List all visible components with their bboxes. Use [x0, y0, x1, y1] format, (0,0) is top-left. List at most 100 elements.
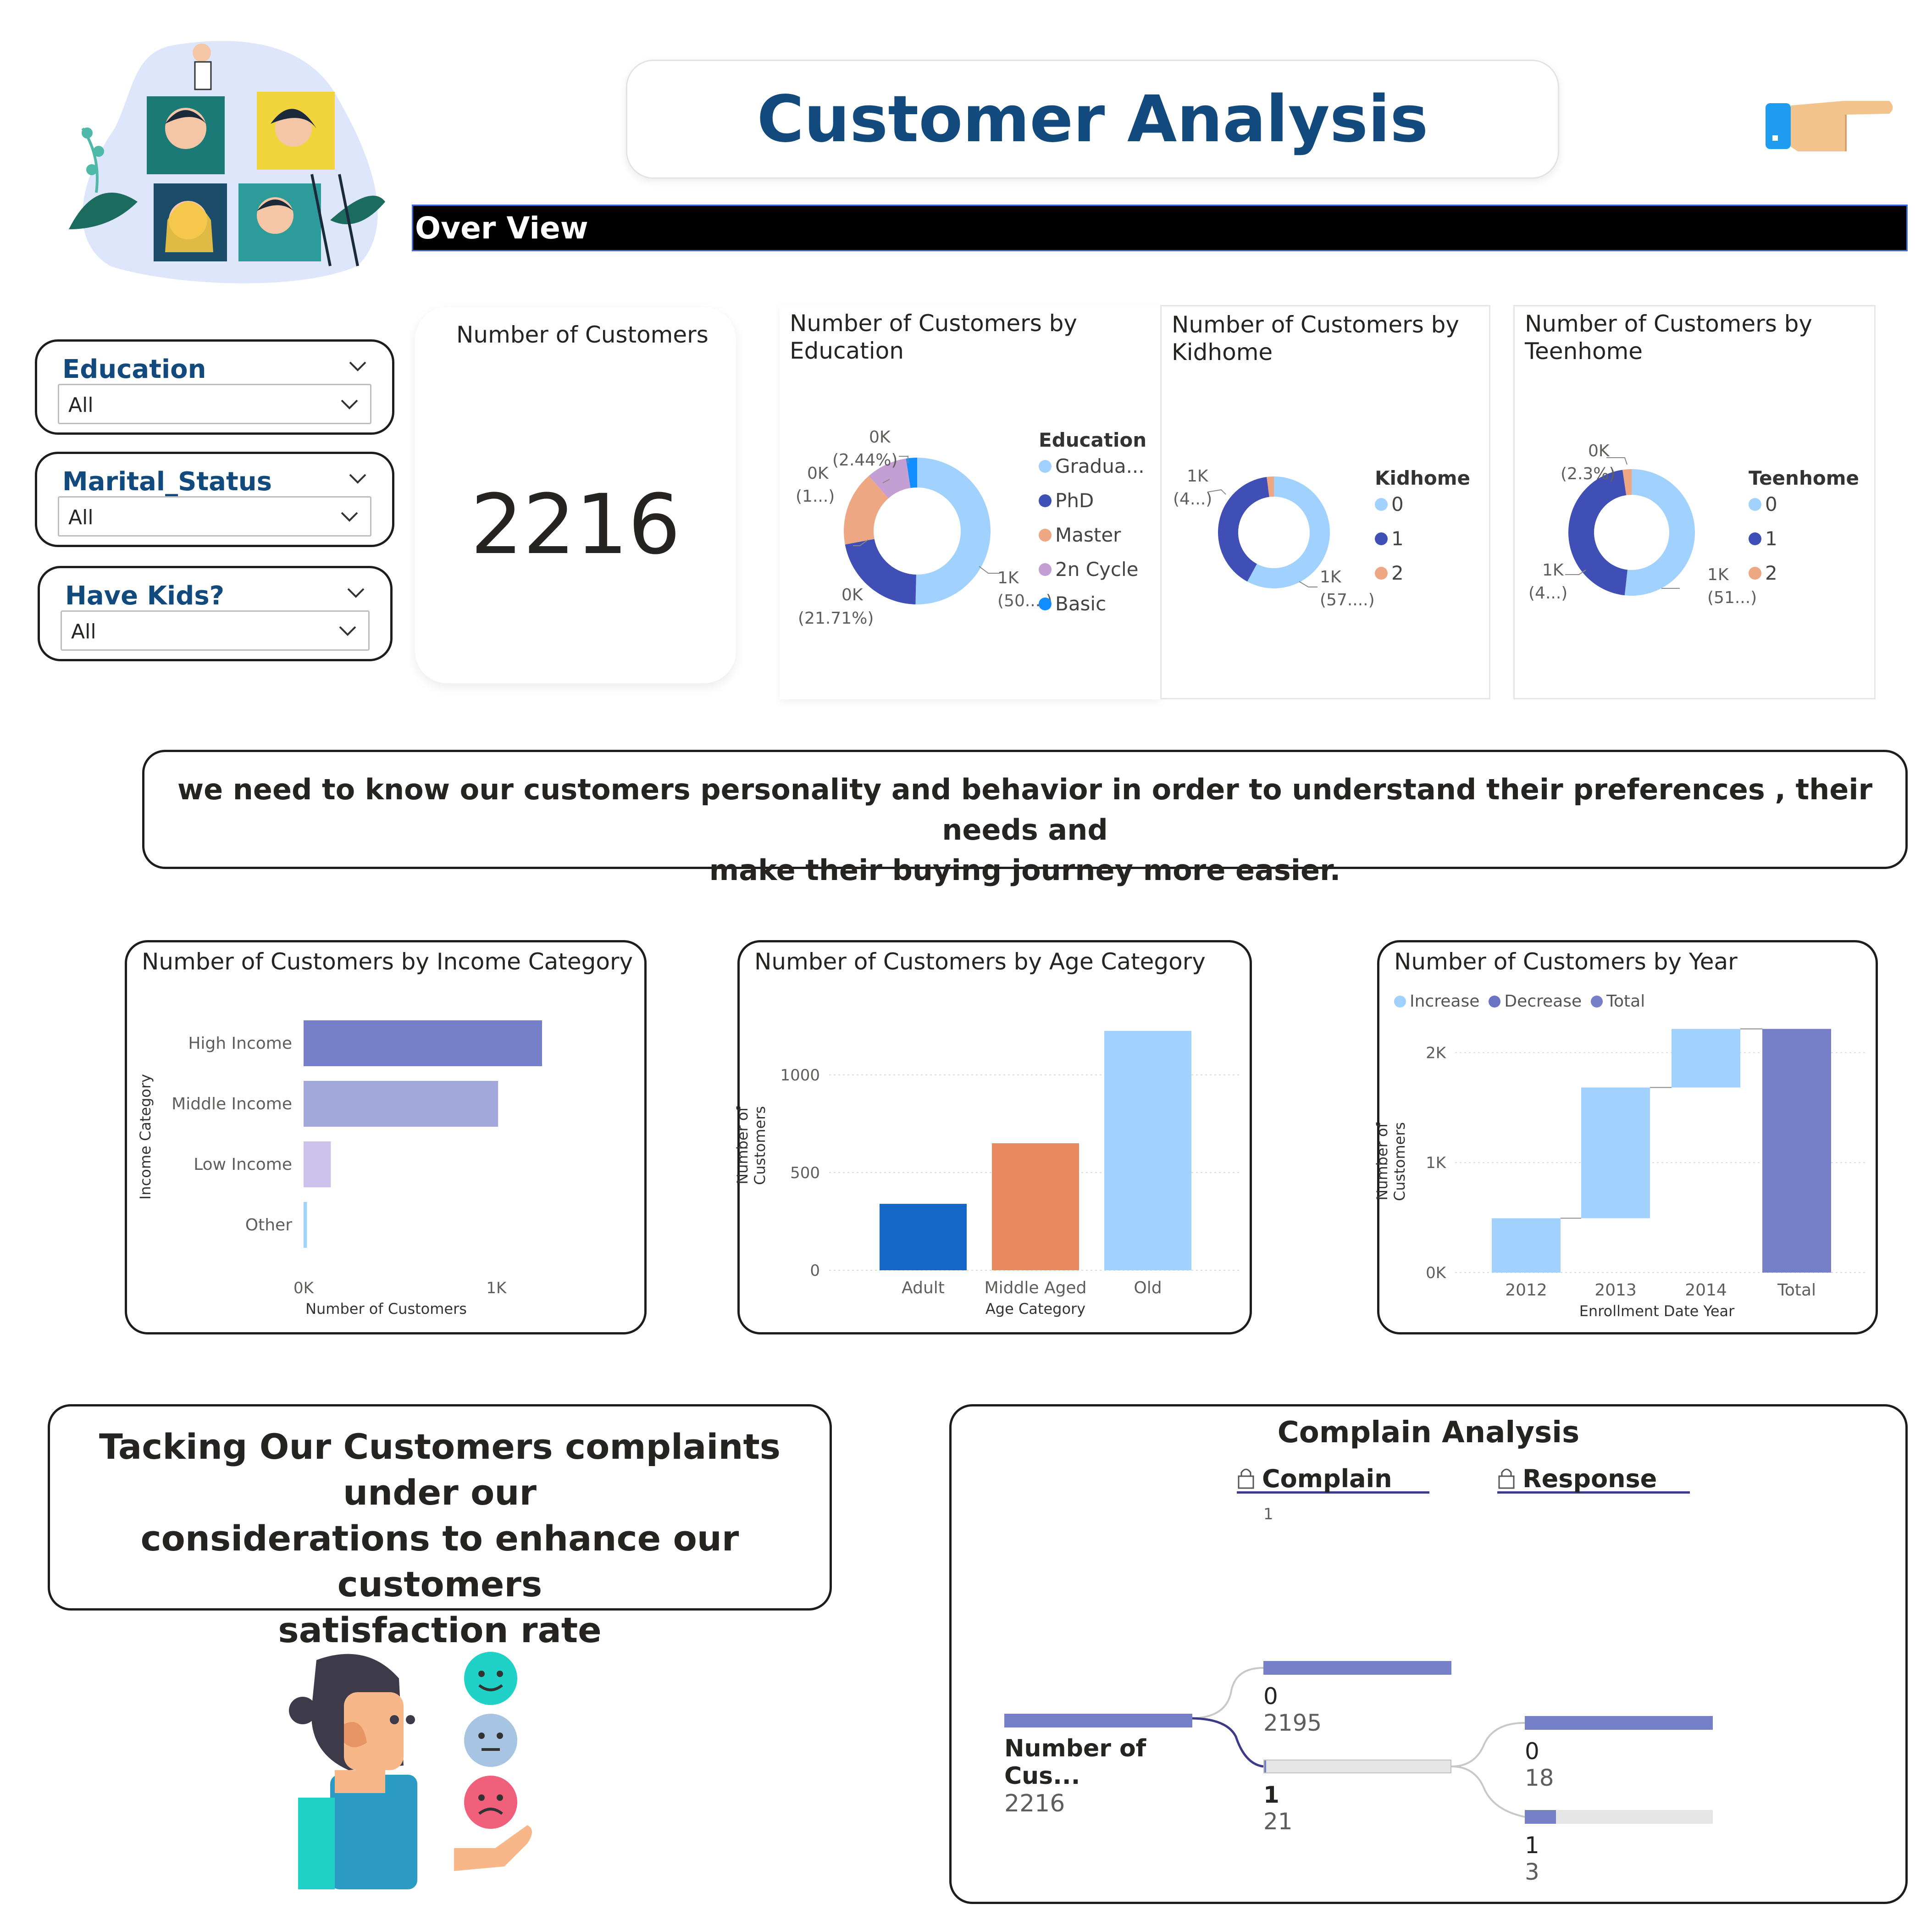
income-bar-chart: 0K 1K High Income Middle Income Low Income Ot…: [172, 1020, 542, 1297]
legend-item[interactable]: Basic: [1039, 592, 1146, 615]
legend-item[interactable]: 2: [1749, 562, 1859, 584]
node-value: 21: [1263, 1808, 1293, 1835]
message-line: Tacking Our Customers complaints under o…: [99, 1426, 781, 1513]
donut-label: (57....): [1320, 591, 1375, 609]
donut-slice[interactable]: [1218, 477, 1269, 582]
x-tick-label: Middle Aged: [985, 1279, 1087, 1297]
slicer-title: Education: [62, 354, 206, 384]
legend-item[interactable]: 1: [1749, 527, 1859, 550]
donut-label: (21.71%): [798, 609, 874, 628]
node-label: 0: [1263, 1683, 1278, 1710]
legend-label: Basic: [1055, 592, 1107, 615]
donut-slice[interactable]: [1624, 469, 1695, 596]
y-axis-label: Number of Customers: [734, 1106, 769, 1185]
overview-banner: Over View: [412, 205, 1908, 251]
legend-title: Teenhome: [1749, 467, 1859, 489]
chevron-down-icon[interactable]: [338, 506, 361, 529]
x-tick-label: Total: [1777, 1281, 1816, 1300]
y-tick-label: 0K: [1426, 1264, 1447, 1282]
x-tick-label: Old: [1134, 1279, 1162, 1297]
slicer-dropdown[interactable]: All: [58, 496, 371, 537]
kidhome-legend: Kidhome 0 1 2: [1375, 467, 1470, 584]
donut-slice[interactable]: [1568, 470, 1628, 596]
purpose-message-box: we need to know our customers personalit…: [142, 750, 1908, 887]
tree-node-complain-0[interactable]: 0 2195: [1263, 1661, 1451, 1736]
waterfall-bar[interactable]: [1492, 1218, 1561, 1273]
legend-title: Education: [1039, 429, 1147, 451]
slicer-marital-status[interactable]: Marital_Status All: [35, 452, 394, 547]
donut-label: (4...): [1528, 584, 1568, 603]
legend-item[interactable]: PhD: [1039, 489, 1146, 512]
income-bar[interactable]: [304, 1141, 331, 1187]
income-category-card: Number of Customers by Income Category 0…: [125, 940, 647, 1334]
message-line: considerations to enhance our customers: [140, 1518, 739, 1605]
year-card: Number of Customers by Year Increase Dec…: [1373, 940, 1878, 1334]
chevron-down-icon[interactable]: [346, 355, 369, 378]
donut-label: (1...): [796, 487, 835, 506]
y-tick-label: Other: [245, 1216, 292, 1234]
chevron-down-icon[interactable]: [336, 620, 359, 643]
node-bar: [1004, 1714, 1192, 1727]
node-value: 3: [1525, 1859, 1539, 1885]
complain-analysis-card: Complain Analysis Complain 1 Response Nu…: [949, 1404, 1908, 1904]
dashboard-title: Customer Analysis: [757, 82, 1428, 157]
chevron-down-icon[interactable]: [346, 468, 369, 491]
x-tick-label: Adult: [902, 1279, 945, 1297]
income-bar[interactable]: [304, 1202, 307, 1248]
kpi-title: Number of Customers: [456, 321, 709, 348]
y-tick-label: Low Income: [194, 1155, 292, 1174]
legend-item[interactable]: Gradua...: [1039, 455, 1146, 477]
overview-label: Over View: [415, 210, 588, 246]
legend-item[interactable]: 2: [1375, 562, 1470, 584]
legend-item[interactable]: 1: [1375, 527, 1470, 550]
kpi-value: 2216: [470, 477, 681, 573]
y-tick-label: Middle Income: [172, 1095, 292, 1113]
legend-label: 1: [1765, 527, 1777, 550]
chevron-down-icon[interactable]: [338, 393, 361, 416]
donut-label: 1K: [1707, 565, 1729, 584]
donut-label: 1K: [997, 569, 1019, 587]
donut-label: (51...): [1707, 588, 1757, 607]
customer-feedback-illustration: [289, 1651, 546, 1889]
tree-node-root[interactable]: Number of Cus... 2216: [1004, 1714, 1192, 1817]
chevron-down-icon[interactable]: [344, 582, 367, 605]
donut-label: 0K: [1588, 442, 1610, 460]
education-donut-card: Number of Customers by Education 0K (2.4…: [780, 305, 1160, 699]
donut-label: 0K: [841, 586, 863, 604]
age-bar[interactable]: [880, 1204, 967, 1270]
legend-item[interactable]: 2n Cycle: [1039, 558, 1146, 581]
donut-slice[interactable]: [915, 458, 991, 604]
income-bar[interactable]: [304, 1020, 542, 1066]
age-bar[interactable]: [992, 1143, 1079, 1270]
waterfall-bar[interactable]: [1672, 1029, 1740, 1088]
tree-node-complain-1[interactable]: 1 21: [1263, 1760, 1451, 1835]
legend-item[interactable]: 0: [1375, 493, 1470, 515]
waterfall-bar[interactable]: [1762, 1029, 1831, 1273]
donut-label: (2.44%): [832, 451, 898, 470]
x-tick-label: 2013: [1594, 1281, 1637, 1300]
legend-item[interactable]: Master: [1039, 524, 1146, 546]
node-bar-fill: [1264, 1760, 1266, 1772]
tree-node-response-1[interactable]: 1 3: [1525, 1810, 1713, 1885]
slicer-education[interactable]: Education All: [35, 339, 394, 435]
y-axis-label: Income Category: [137, 1074, 154, 1200]
y-tick-label: 2K: [1426, 1044, 1447, 1062]
y-tick-label: 1000: [780, 1066, 820, 1085]
legend-item[interactable]: 0: [1749, 493, 1859, 515]
age-bar[interactable]: [1104, 1030, 1191, 1270]
node-bar: [1263, 1760, 1451, 1773]
x-tick-label: 2014: [1685, 1281, 1727, 1300]
x-tick-label: 2012: [1505, 1281, 1547, 1300]
slicer-dropdown[interactable]: All: [58, 384, 371, 424]
slicer-value: All: [68, 393, 94, 417]
y-tick-label: 1K: [1426, 1154, 1447, 1172]
kpi-card: Number of Customers 2216: [415, 307, 736, 683]
legend-label: 0: [1765, 493, 1777, 515]
slicer-have-kids[interactable]: Have Kids? All: [38, 566, 393, 661]
slicer-dropdown[interactable]: All: [61, 610, 370, 651]
pointing-hand-icon[interactable]: [1761, 83, 1899, 156]
waterfall-bar[interactable]: [1581, 1087, 1650, 1218]
node-bar: [1263, 1661, 1451, 1675]
income-bar[interactable]: [304, 1081, 498, 1127]
tree-node-response-0[interactable]: 0 18: [1525, 1716, 1713, 1791]
